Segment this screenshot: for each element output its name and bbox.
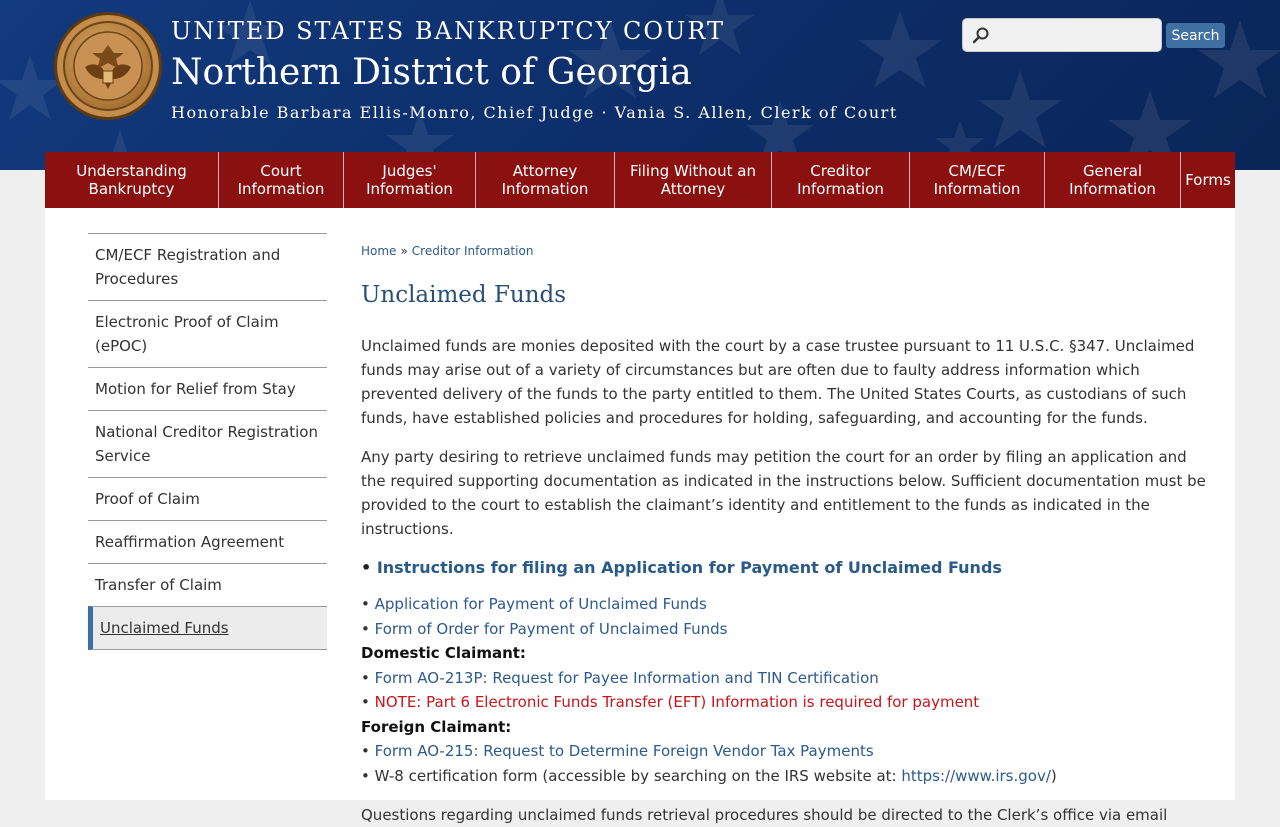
bullet: • (361, 558, 372, 577)
sidebar-item-national-creditor[interactable]: National Creditor Registration Service (88, 410, 327, 477)
page-title: Unclaimed Funds (361, 282, 567, 308)
intro-paragraph: Unclaimed funds are monies deposited wit… (361, 337, 1195, 427)
search-box (962, 18, 1162, 52)
breadcrumb: Home » Creditor Information (361, 240, 1211, 262)
main-nav: Understanding Bankruptcy Court Informati… (45, 152, 1235, 208)
instructions-link[interactable]: Instructions for filing an Application f… (377, 558, 1002, 577)
bullet: • (361, 619, 370, 638)
breadcrumb-separator: » (400, 244, 408, 258)
bullet: • (361, 742, 370, 760)
nav-judges-information[interactable]: Judges' Information (344, 152, 476, 208)
district-name[interactable]: Northern District of Georgia (171, 52, 692, 93)
nav-understanding-bankruptcy[interactable]: Understanding Bankruptcy (45, 152, 219, 208)
ao215-link[interactable]: Form AO-215: Request to Determine Foreig… (375, 742, 874, 760)
list-item: • NOTE: Part 6 Electronic Funds Transfer… (361, 690, 1211, 715)
list-item: • Form AO-215: Request to Determine Fore… (361, 739, 1211, 764)
sidebar-item-transfer-of-claim[interactable]: Transfer of Claim (88, 563, 327, 606)
instructions-item: • Instructions for filing an Application… (361, 555, 1211, 581)
w8-close: ) (1050, 766, 1057, 785)
ao213p-link[interactable]: Form AO-213P: Request for Payee Informat… (375, 669, 879, 687)
nav-creditor-information[interactable]: Creditor Information (772, 152, 910, 208)
irs-link[interactable]: https://www.irs.gov/ (901, 767, 1051, 785)
sidebar-item-epoc[interactable]: Electronic Proof of Claim (ePOC) (88, 300, 327, 367)
bullet: • (361, 668, 370, 687)
order-form-link[interactable]: Form of Order for Payment of Unclaimed F… (375, 620, 728, 638)
forms-list: • Application for Payment of Unclaimed F… (361, 592, 1211, 788)
main-content: Home » Creditor Information Unclaimed Fund… (361, 240, 1211, 827)
list-item: • W-8 certification form (accessible by … (361, 764, 1211, 789)
sidebar-item-cmecf-registration[interactable]: CM/ECF Registration and Procedures (88, 233, 327, 300)
bullet: • (361, 766, 370, 785)
bullet: • (361, 693, 370, 711)
court-seal (54, 12, 162, 120)
nav-court-information[interactable]: Court Information (219, 152, 344, 208)
nav-forms[interactable]: Forms (1181, 152, 1235, 208)
breadcrumb-current[interactable]: Creditor Information (412, 244, 534, 258)
foreign-claimant-heading: Foreign Claimant: (361, 717, 512, 736)
nav-filing-without-attorney[interactable]: Filing Without an Attorney (615, 152, 772, 208)
domestic-claimant-heading: Domestic Claimant: (361, 644, 526, 662)
nav-cmecf-information[interactable]: CM/ECF Information (910, 152, 1045, 208)
eft-note-link[interactable]: NOTE: Part 6 Electronic Funds Transfer (… (375, 693, 980, 711)
sidebar-item-motion-relief[interactable]: Motion for Relief from Stay (88, 367, 327, 410)
site-header: UNITED STATES BANKRUPTCY COURT Northern … (0, 0, 1280, 170)
sidebar: CM/ECF Registration and Procedures Elect… (88, 233, 327, 650)
judge-clerk-line: Honorable Barbara Ellis-Monro, Chief Jud… (171, 103, 898, 122)
list-item: • Form of Order for Payment of Unclaimed… (361, 617, 1211, 642)
nav-attorney-information[interactable]: Attorney Information (476, 152, 615, 208)
w8-text: W-8 certification form (accessible by se… (374, 766, 902, 785)
petition-paragraph: Any party desiring to retrieve unclaimed… (361, 448, 1206, 538)
search-button[interactable]: Search (1166, 23, 1225, 48)
sidebar-item-unclaimed-funds[interactable]: Unclaimed Funds (88, 606, 327, 650)
application-link[interactable]: Application for Payment of Unclaimed Fun… (375, 595, 707, 613)
questions-paragraph: Questions regarding unclaimed funds retr… (361, 806, 1168, 824)
sidebar-item-proof-of-claim[interactable]: Proof of Claim (88, 477, 327, 520)
list-item: • Application for Payment of Unclaimed F… (361, 592, 1211, 617)
bullet: • (361, 595, 370, 613)
eagle-seal-icon (73, 31, 143, 101)
list-item: • Form AO-213P: Request for Payee Inform… (361, 666, 1211, 691)
court-name-line: UNITED STATES BANKRUPTCY COURT (171, 17, 725, 45)
nav-general-information[interactable]: General Information (1045, 152, 1181, 208)
search-icon (972, 27, 989, 44)
breadcrumb-home[interactable]: Home (361, 244, 396, 258)
search-input[interactable] (963, 19, 1161, 51)
sidebar-item-reaffirmation[interactable]: Reaffirmation Agreement (88, 520, 327, 563)
